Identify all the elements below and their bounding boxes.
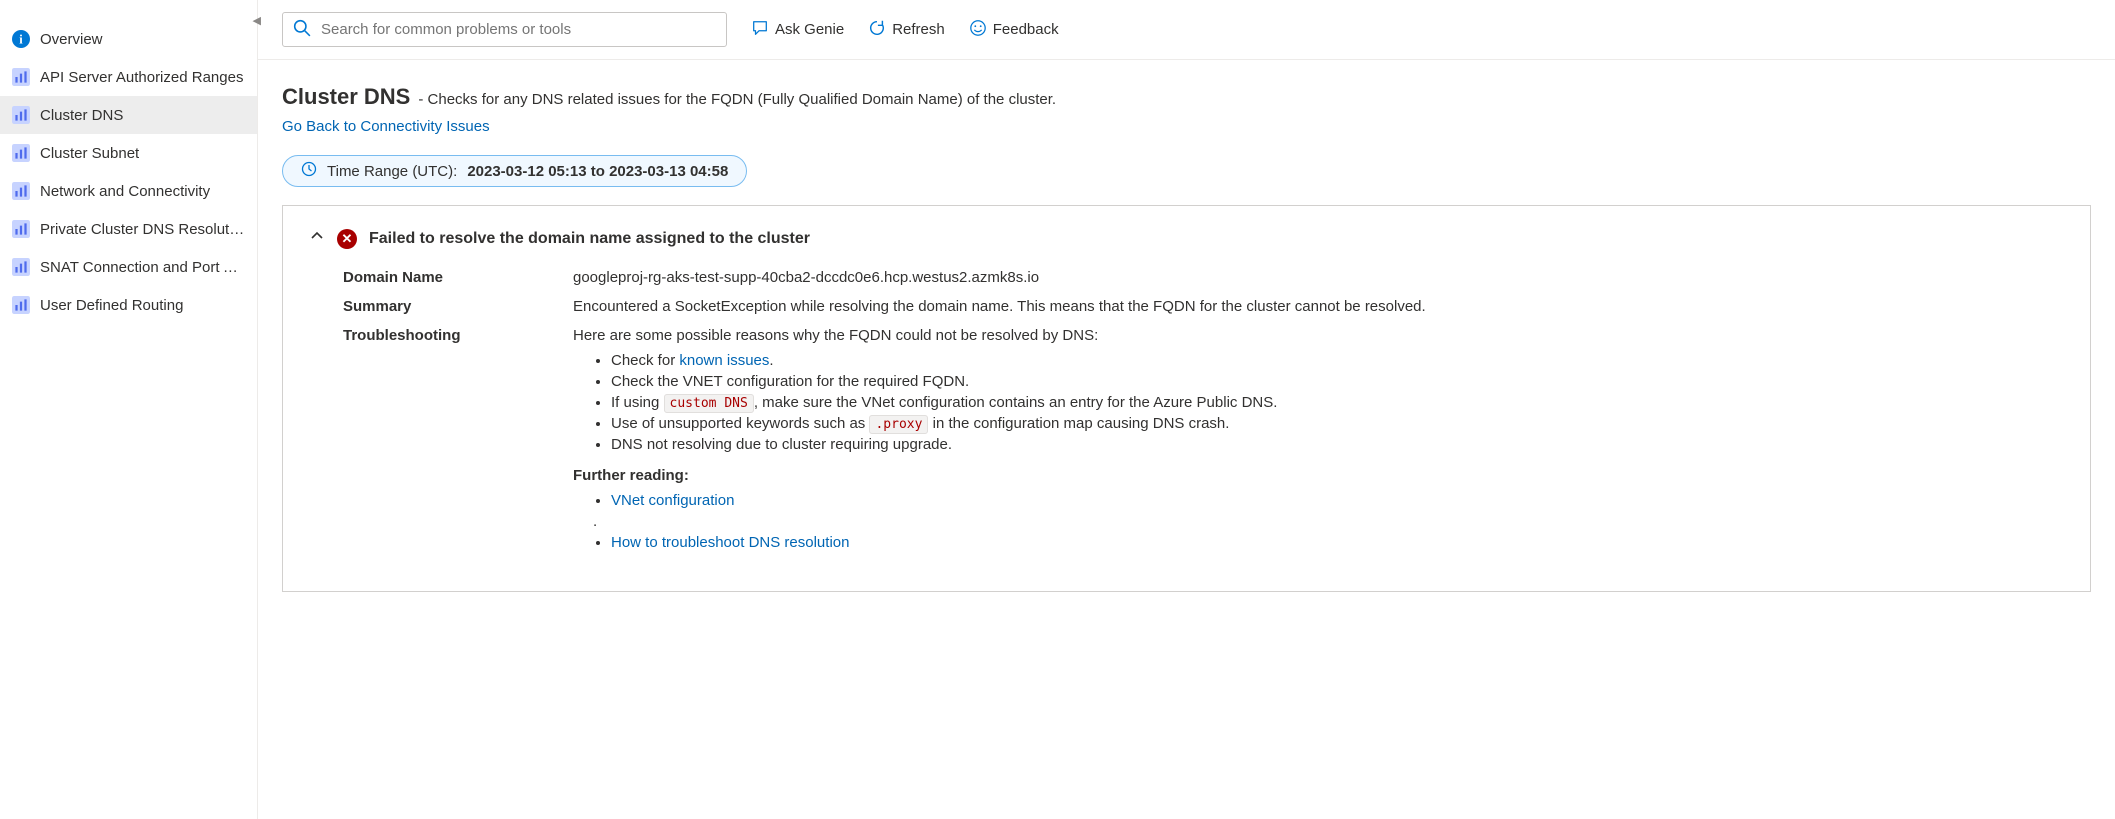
sidebar-item-2[interactable]: Cluster Subnet [0, 134, 257, 172]
sidebar-item-label: User Defined Routing [40, 297, 183, 314]
sidebar-item-label: Network and Connectivity [40, 183, 210, 200]
summary-value: Encountered a SocketException while reso… [573, 298, 2064, 315]
ask-genie-button[interactable]: Ask Genie [751, 19, 844, 41]
page-subtitle: - Checks for any DNS related issues for … [418, 91, 1056, 108]
trouble-item-1: Check for known issues. [611, 352, 2064, 369]
sidebar-item-overview[interactable]: i Overview [0, 20, 257, 58]
further-item-dot: . [593, 513, 2064, 530]
panel-title: Failed to resolve the domain name assign… [369, 230, 810, 248]
chart-icon [12, 258, 30, 276]
main-area: Ask Genie Refresh Feedback Cluster DNS -… [258, 0, 2115, 819]
code-proxy: .proxy [869, 415, 928, 434]
ask-genie-label: Ask Genie [775, 21, 844, 38]
further-reading-header: Further reading: [573, 467, 2064, 484]
row-domain: Domain Name googleproj-rg-aks-test-supp-… [309, 263, 2064, 292]
panel-header[interactable]: ✕ Failed to resolve the domain name assi… [309, 228, 2064, 249]
back-link[interactable]: Go Back to Connectivity Issues [282, 118, 490, 135]
sidebar-item-label: Cluster DNS [40, 107, 123, 124]
chart-icon [12, 296, 30, 314]
chevron-up-icon[interactable] [309, 228, 325, 249]
feedback-button[interactable]: Feedback [969, 19, 1059, 41]
time-range-value: 2023-03-12 05:13 to 2023-03-13 04:58 [467, 163, 728, 180]
trouble-item-4: Use of unsupported keywords such as .pro… [611, 415, 2064, 432]
domain-label: Domain Name [343, 269, 573, 286]
chart-icon [12, 106, 30, 124]
toolbar: Ask Genie Refresh Feedback [258, 0, 2115, 60]
sidebar-item-1[interactable]: Cluster DNS [0, 96, 257, 134]
further-item-1: VNet configuration [611, 492, 2064, 509]
chart-icon [12, 68, 30, 86]
sidebar-item-label: SNAT Connection and Port Al... [40, 259, 245, 276]
page-title: Cluster DNS [282, 84, 410, 110]
code-custom-dns: custom DNS [664, 394, 754, 413]
sidebar-item-6[interactable]: User Defined Routing [0, 286, 257, 324]
search-box[interactable] [282, 12, 727, 47]
trouble-item-5: DNS not resolving due to cluster requiri… [611, 436, 2064, 453]
chart-icon [12, 182, 30, 200]
sidebar-item-0[interactable]: API Server Authorized Ranges [0, 58, 257, 96]
sidebar-item-4[interactable]: Private Cluster DNS Resolutio... [0, 210, 257, 248]
domain-value: googleproj-rg-aks-test-supp-40cba2-dccdc… [573, 269, 2064, 286]
troubleshoot-dns-link[interactable]: How to troubleshoot DNS resolution [611, 534, 849, 551]
sidebar: ◀ i Overview API Server Authorized Range… [0, 0, 258, 819]
refresh-label: Refresh [892, 21, 945, 38]
info-icon: i [12, 30, 30, 48]
refresh-icon [868, 19, 886, 41]
chart-icon [12, 144, 30, 162]
trouble-body: Here are some possible reasons why the F… [573, 327, 2064, 555]
page-title-row: Cluster DNS - Checks for any DNS related… [282, 84, 2091, 110]
vnet-config-link[interactable]: VNet configuration [611, 492, 734, 509]
svg-text:i: i [19, 33, 23, 47]
search-icon [293, 19, 311, 40]
sidebar-item-label: API Server Authorized Ranges [40, 69, 243, 86]
known-issues-link[interactable]: known issues [679, 352, 769, 369]
row-troubleshooting: Troubleshooting Here are some possible r… [309, 321, 2064, 561]
diagnostic-panel: ✕ Failed to resolve the domain name assi… [282, 205, 2091, 592]
trouble-item-3: If using custom DNS, make sure the VNet … [611, 394, 2064, 411]
further-reading-list: VNet configuration . How to troubleshoot… [611, 492, 2064, 551]
sidebar-item-label: Overview [40, 31, 103, 48]
error-icon: ✕ [337, 229, 357, 249]
smiley-icon [969, 19, 987, 41]
sidebar-item-label: Cluster Subnet [40, 145, 139, 162]
sidebar-item-3[interactable]: Network and Connectivity [0, 172, 257, 210]
row-summary: Summary Encountered a SocketException wh… [309, 292, 2064, 321]
time-range-prefix: Time Range (UTC): [327, 163, 457, 180]
content: Cluster DNS - Checks for any DNS related… [258, 60, 2115, 616]
trouble-intro: Here are some possible reasons why the F… [573, 327, 1098, 344]
refresh-button[interactable]: Refresh [868, 19, 945, 41]
collapse-caret-icon[interactable]: ◀ [253, 14, 261, 27]
search-input[interactable] [321, 21, 716, 38]
chart-icon [12, 220, 30, 238]
summary-label: Summary [343, 298, 573, 315]
trouble-list: Check for known issues. Check the VNET c… [611, 352, 2064, 453]
trouble-item-2: Check the VNET configuration for the req… [611, 373, 2064, 390]
sidebar-item-5[interactable]: SNAT Connection and Port Al... [0, 248, 257, 286]
time-range-pill[interactable]: Time Range (UTC): 2023-03-12 05:13 to 20… [282, 155, 747, 187]
further-item-2: How to troubleshoot DNS resolution [611, 534, 2064, 551]
chat-icon [751, 19, 769, 41]
trouble-label: Troubleshooting [343, 327, 573, 344]
clock-icon [301, 161, 317, 181]
feedback-label: Feedback [993, 21, 1059, 38]
sidebar-item-label: Private Cluster DNS Resolutio... [40, 221, 245, 238]
